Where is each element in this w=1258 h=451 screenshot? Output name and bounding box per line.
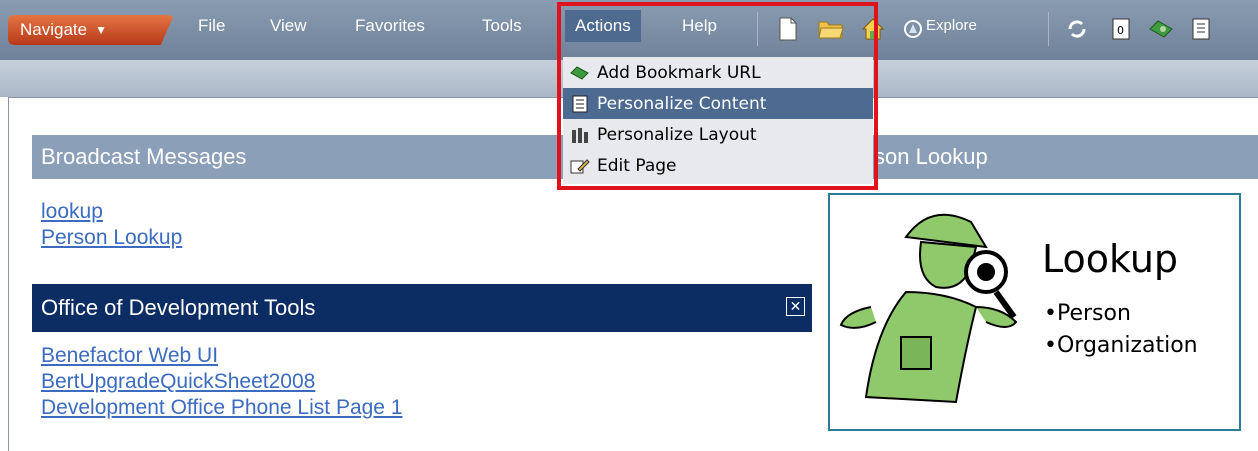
- navigate-label: Navigate: [20, 20, 88, 39]
- highlight-box: [557, 2, 878, 190]
- refresh-icon[interactable]: [1064, 16, 1090, 42]
- link-phone-list[interactable]: Development Office Phone List Page 1: [41, 395, 403, 421]
- person-lookup-title: son Lookup: [874, 144, 988, 169]
- explore-label[interactable]: Explore: [926, 17, 977, 34]
- close-icon[interactable]: ✕: [786, 297, 805, 316]
- explore-icon[interactable]: [900, 16, 926, 42]
- dev-tools-header: Office of Development Tools: [32, 284, 812, 332]
- broadcast-links: lookup Person Lookup: [41, 199, 182, 251]
- menu-file[interactable]: File: [198, 16, 225, 36]
- bookmark-icon[interactable]: [1148, 16, 1174, 42]
- link-benefactor[interactable]: Benefactor Web UI: [41, 343, 403, 369]
- lookup-graphic-title: Lookup: [1042, 237, 1179, 281]
- link-bert-upgrade[interactable]: BertUpgradeQuickSheet2008: [41, 369, 403, 395]
- dev-tools-links: Benefactor Web UI BertUpgradeQuickSheet2…: [41, 343, 403, 421]
- person-lookup-header: son Lookup: [870, 135, 1258, 179]
- menu-view[interactable]: View: [270, 16, 307, 36]
- lookup-item-person: •Person: [1044, 301, 1131, 326]
- chevron-down-icon: ▼: [95, 23, 107, 37]
- dev-tools-title: Office of Development Tools: [41, 295, 316, 320]
- document-icon[interactable]: [1188, 16, 1214, 42]
- svg-text:0: 0: [1117, 24, 1124, 37]
- broadcast-title: Broadcast Messages: [41, 144, 247, 169]
- link-person-lookup[interactable]: Person Lookup: [41, 225, 182, 251]
- lookup-item-organization: •Organization: [1044, 333, 1198, 358]
- navigate-button[interactable]: Navigate ▼: [8, 15, 174, 45]
- menu-tools[interactable]: Tools: [482, 16, 522, 36]
- detective-illustration: [839, 213, 1018, 404]
- person-lookup-graphic[interactable]: Lookup •Person •Organization: [828, 193, 1241, 431]
- menu-favorites[interactable]: Favorites: [355, 16, 425, 36]
- page-icon[interactable]: 0: [1108, 16, 1134, 42]
- toolbar-separator: [1048, 12, 1049, 46]
- link-lookup[interactable]: lookup: [41, 199, 182, 225]
